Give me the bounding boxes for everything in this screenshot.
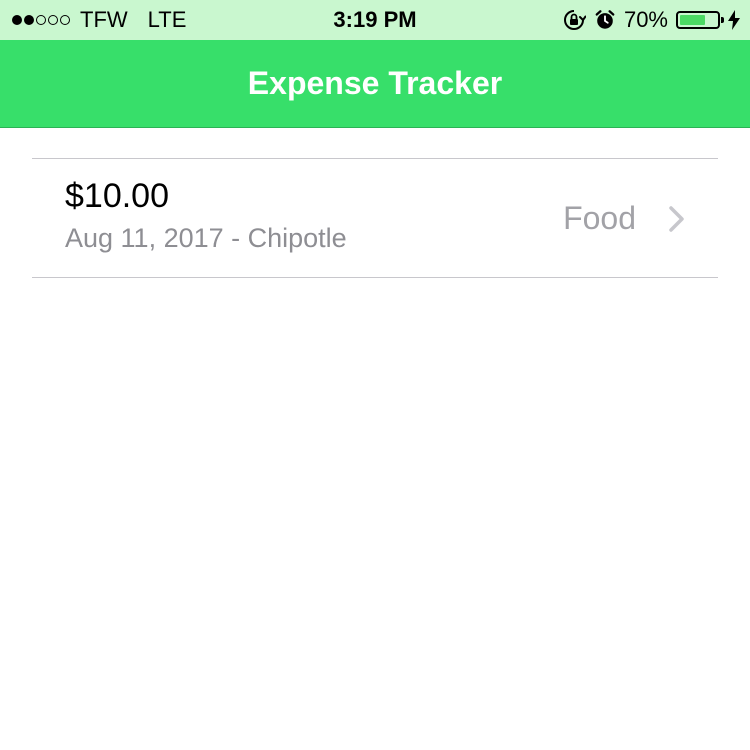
expense-date-merchant: Aug 11, 2017 - Chipotle [65, 223, 347, 253]
expense-amount: $10.00 [65, 177, 169, 215]
status-bar: TFW LTE 3:19 PM 70% [0, 0, 750, 40]
battery-cap [721, 17, 724, 23]
expense-category: Food [563, 200, 636, 236]
battery-fill [680, 15, 706, 25]
battery-icon [676, 11, 724, 29]
list-separator-bottom [32, 277, 718, 278]
rotation-lock-icon [563, 10, 586, 30]
status-right: 70% [562, 0, 740, 40]
page-title: Expense Tracker [247, 65, 503, 101]
expense-row[interactable]: $10.00 Aug 11, 2017 - Chipotle Food [32, 159, 718, 277]
navigation-bar: Expense Tracker [0, 40, 750, 128]
alarm-icon [595, 10, 615, 29]
charging-bolt-icon [728, 10, 740, 30]
chevron-right-icon [669, 206, 684, 232]
expense-list: $10.00 Aug 11, 2017 - Chipotle Food [32, 158, 718, 278]
battery-percentage: 70% [623, 7, 668, 32]
